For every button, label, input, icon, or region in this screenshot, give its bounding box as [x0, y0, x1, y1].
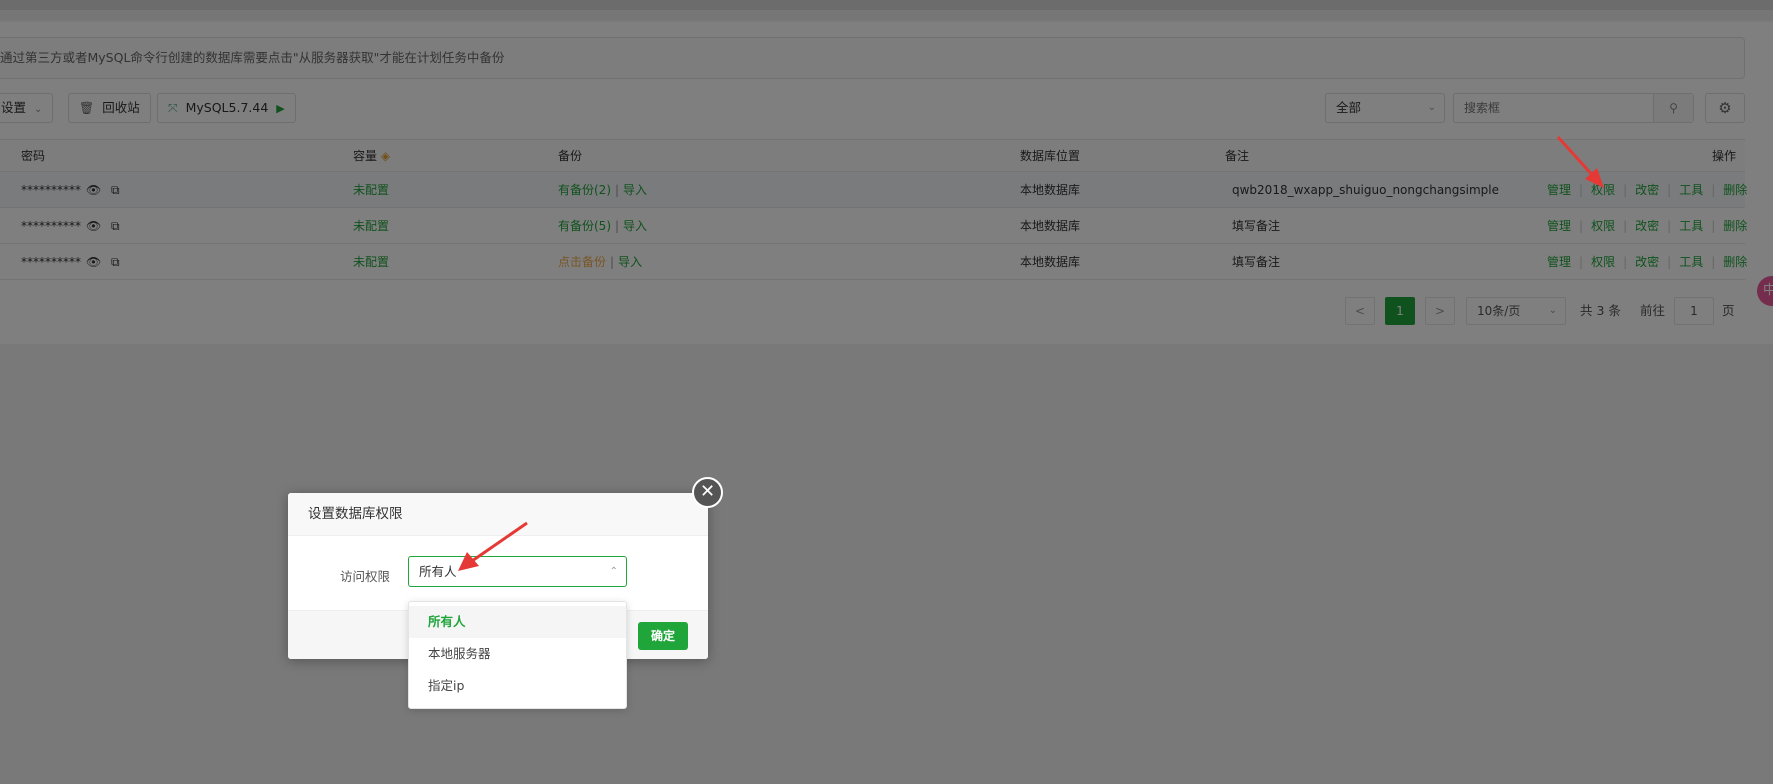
option-specific-ip[interactable]: 指定ip: [409, 670, 626, 702]
option-local-server[interactable]: 本地服务器: [409, 638, 626, 670]
access-permission-select[interactable]: 所有人 ⌃: [408, 556, 627, 587]
access-permission-value: 所有人: [419, 564, 457, 579]
confirm-button[interactable]: 确定: [638, 622, 688, 650]
access-permission-dropdown: 所有人 本地服务器 指定ip: [408, 601, 627, 709]
dialog-title: 设置数据库权限: [288, 493, 708, 536]
dialog-body: 访问权限 所有人 ⌃: [288, 536, 708, 610]
option-everyone[interactable]: 所有人: [409, 606, 626, 638]
modal-overlay[interactable]: [0, 0, 1773, 784]
access-permission-label: 访问权限: [340, 569, 391, 584]
close-icon[interactable]: ✕: [692, 477, 723, 508]
chevron-up-icon: ⌃: [609, 566, 618, 577]
